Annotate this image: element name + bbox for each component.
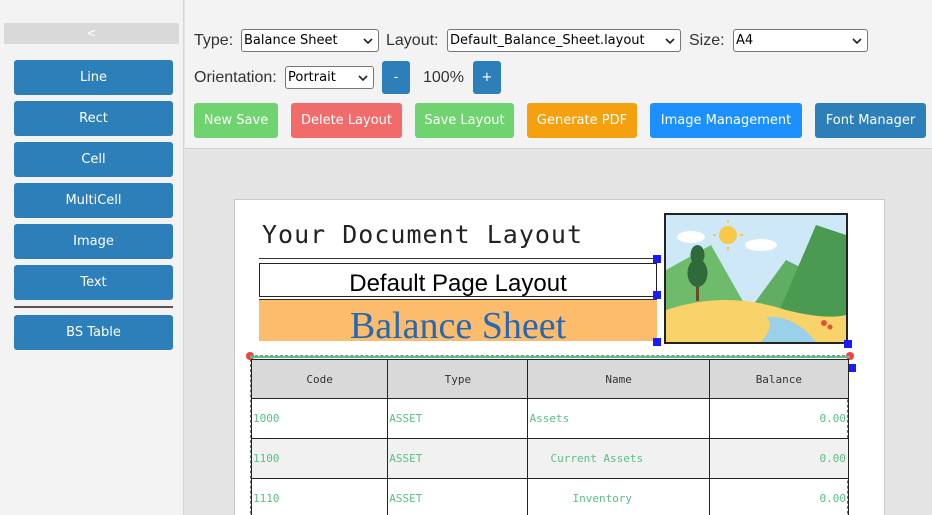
tool-multicell-button[interactable]: MultiCell <box>14 183 173 218</box>
cell-code: 1000 <box>250 398 389 439</box>
chevron-down-icon <box>665 38 675 45</box>
layout-canvas: Your Document Layout Default Page Layout… <box>185 150 932 515</box>
tool-text-button[interactable]: Text <box>14 265 173 300</box>
size-select-value: A4 <box>736 33 754 48</box>
separator-line[interactable] <box>250 356 850 358</box>
balance-sheet-title-cell[interactable]: Balance Sheet <box>259 299 657 341</box>
zoom-in-button[interactable]: + <box>473 61 501 94</box>
cell-balance: 0.00 <box>708 438 850 479</box>
collapse-sidebar-button[interactable]: < <box>4 23 179 44</box>
tools-sidebar: < Line Rect Cell MultiCell Image Text BS… <box>0 0 184 515</box>
selection-outline <box>250 355 850 356</box>
cell-name: Current Assets <box>527 438 710 479</box>
type-select[interactable]: Balance Sheet <box>241 29 379 52</box>
image-element[interactable] <box>664 213 848 344</box>
layout-select-value: Default_Balance_Sheet.layout <box>450 33 645 48</box>
save-layout-button[interactable]: Save Layout <box>415 103 514 138</box>
cell-name: Assets <box>527 398 710 439</box>
table-row: 1000 ASSET Assets 0.00 <box>250 398 850 439</box>
chevron-down-icon <box>852 38 862 45</box>
bs-table-element[interactable]: Code Type Name Balance 1000 ASSET Assets… <box>250 359 850 515</box>
toolbar: Type: Balance Sheet Layout: Default_Bala… <box>185 0 932 149</box>
cell-code: 1100 <box>250 438 389 479</box>
orientation-label: Orientation: <box>194 69 277 86</box>
page-layout-cell[interactable]: Default Page Layout <box>259 263 657 297</box>
table-header-row: Code Type Name Balance <box>250 359 850 399</box>
resize-handle[interactable] <box>844 340 852 348</box>
cell-type: ASSET <box>387 398 529 439</box>
orientation-select-value: Portrait <box>288 70 336 85</box>
column-header-type: Type <box>387 359 529 399</box>
resize-handle[interactable] <box>653 338 661 346</box>
balance-sheet-table: Code Type Name Balance 1000 ASSET Assets… <box>250 359 850 515</box>
zoom-out-button[interactable]: - <box>382 61 410 94</box>
layout-select[interactable]: Default_Balance_Sheet.layout <box>447 29 681 52</box>
landscape-placeholder-icon <box>666 215 846 342</box>
font-manager-button[interactable]: Font Manager <box>815 103 926 138</box>
generate-pdf-button[interactable]: Generate PDF <box>527 103 637 138</box>
tool-cell-button[interactable]: Cell <box>14 142 173 177</box>
zoom-level: 100% <box>423 69 464 86</box>
title-underline[interactable] <box>259 258 657 259</box>
tool-image-button[interactable]: Image <box>14 224 173 259</box>
chevron-down-icon <box>363 38 373 45</box>
sidebar-divider <box>14 306 173 308</box>
cell-name: Inventory <box>527 478 710 515</box>
cell-type: ASSET <box>387 478 529 515</box>
delete-layout-button[interactable]: Delete Layout <box>291 103 402 138</box>
cell-type: ASSET <box>387 438 529 479</box>
type-label: Type: <box>194 32 234 49</box>
column-header-name: Name <box>527 359 710 399</box>
layout-label: Layout: <box>386 32 439 49</box>
tool-rect-button[interactable]: Rect <box>14 101 173 136</box>
column-header-balance: Balance <box>708 359 850 399</box>
size-select[interactable]: A4 <box>733 29 868 52</box>
resize-handle[interactable] <box>653 291 661 299</box>
size-label: Size: <box>689 32 725 49</box>
table-row: 1110 ASSET Inventory 0.00 <box>250 478 850 515</box>
cell-balance: 0.00 <box>708 478 850 515</box>
orientation-select[interactable]: Portrait <box>285 66 374 89</box>
tool-line-button[interactable]: Line <box>14 60 173 95</box>
table-row: 1100 ASSET Current Assets 0.00 <box>250 438 850 479</box>
new-save-button[interactable]: New Save <box>194 103 278 138</box>
chevron-down-icon <box>358 75 368 82</box>
document-page: Your Document Layout Default Page Layout… <box>234 199 885 515</box>
image-management-button[interactable]: Image Management <box>650 103 802 138</box>
tool-bs-table-button[interactable]: BS Table <box>14 315 173 350</box>
document-title-text[interactable]: Your Document Layout <box>262 220 583 249</box>
cell-code: 1110 <box>250 478 389 515</box>
column-header-code: Code <box>250 359 389 399</box>
resize-handle[interactable] <box>653 255 661 263</box>
resize-handle[interactable] <box>848 364 856 372</box>
cell-balance: 0.00 <box>708 398 850 439</box>
type-select-value: Balance Sheet <box>244 33 338 48</box>
